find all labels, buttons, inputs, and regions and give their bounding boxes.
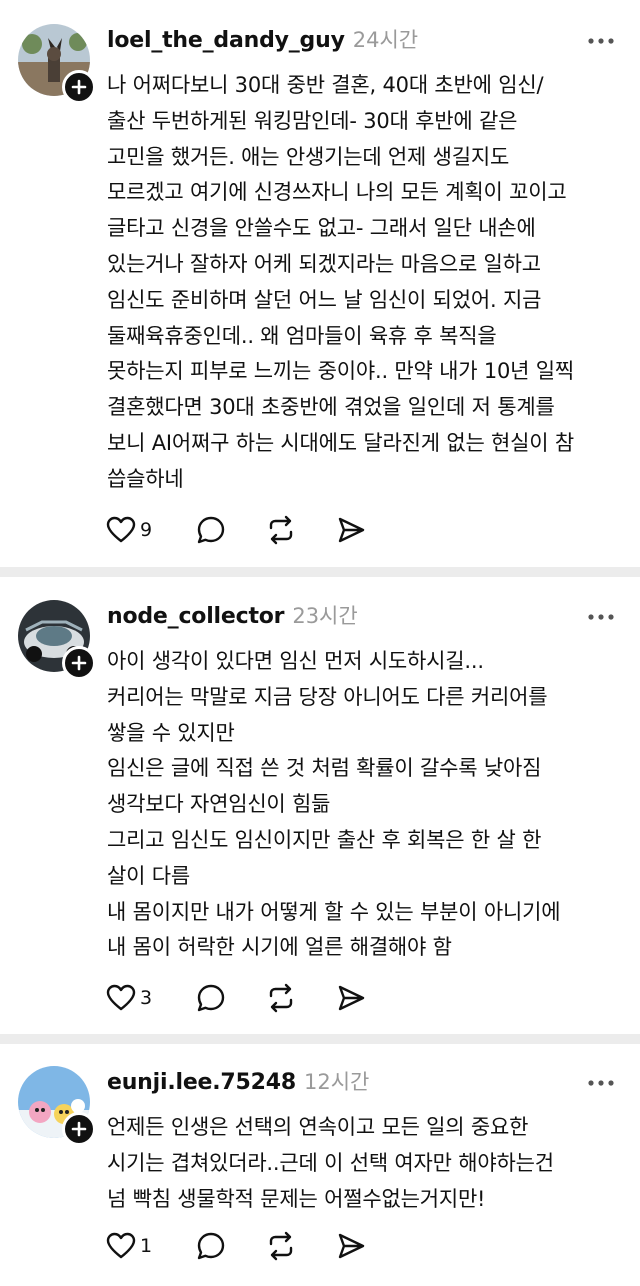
comment-item: node_collector 23시간 아이 생각이 있다면 임신 먼저 시도하… [0,576,640,1036]
username[interactable]: node_collector [107,604,285,629]
like-button[interactable]: 3 [106,982,152,1014]
comment-line: 못하는지 피부로 느끼는 중이야.. 만약 내가 10년 일찍 [107,359,574,384]
repost-button[interactable] [266,514,296,546]
comment-header: eunji.lee.75248 12시간 [107,1066,369,1102]
reply-button[interactable] [196,1230,226,1262]
timestamp: 12시간 [303,1070,370,1094]
comment-item: loel_the_dandy_guy 24시간 나 어쩌다보니 30대 중반 결… [0,0,640,562]
heart-icon [106,984,136,1011]
comment-text: 아이 생각이 있다면 임신 먼저 시도하시길... 커리어는 막말로 지금 당장… [107,644,622,966]
share-button[interactable] [336,514,366,546]
reply-button[interactable] [196,982,226,1014]
comment-line: 나 어쩌다보니 30대 중반 결혼, 40대 초반에 임신/ [107,73,544,97]
comment-header: node_collector 23시간 [107,600,358,636]
comment-line: 결혼했다면 30대 초중반에 겪었을 일인데 저 통계를 [107,395,555,420]
timestamp: 23시간 [292,604,358,628]
comment-line: 둘째육휴중인데.. 왜 엄마들이 육휴 후 복직을 [107,323,497,348]
repost-icon [269,515,293,545]
comment-line: 임신도 준비하며 살던 어느 날 임신이 되었어. 지금 [107,287,542,312]
comment-line: 모르겠고 여기에 신경쓰자니 나의 모든 계획이 꼬이고 [107,180,567,205]
comment-icon [197,1232,225,1260]
like-count: 3 [140,987,153,1009]
like-button[interactable]: 1 [106,1230,152,1262]
comment-line: 글타고 신경을 안쓸수도 없고- 그래서 일단 내손에 [107,216,536,241]
more-dots-icon [588,38,614,44]
like-count: 1 [140,1235,153,1257]
reply-button[interactable] [196,514,226,546]
comment-line: 출산 두번하게된 워킹맘인데- 30대 후반에 같은 [107,108,518,133]
repost-button[interactable] [266,1230,296,1262]
plus-icon [71,655,87,671]
comment-line: 내 몸이지만 내가 어떻게 할 수 있는 부분이 아니기에 [107,899,561,924]
send-icon [338,1233,365,1259]
comment-line: 고민을 했거든. 애는 안생기는데 언제 생길지도 [107,144,510,169]
comment-line: 살이 다름 [107,863,190,888]
send-icon [338,517,365,543]
more-button[interactable] [586,1076,616,1090]
comment-line: 커리어는 막말로 지금 당장 아니어도 다른 커리어를 [107,684,548,709]
comment-line: 씁슬하네 [107,466,184,491]
timestamp: 24시간 [352,28,419,52]
comment-line: 시기는 겹쳐있더라..근데 이 선택 여자만 해야하는건 [107,1150,554,1175]
like-count: 9 [140,519,153,541]
comment-item: eunji.lee.75248 12시간 언제든 인생은 선택의 연속이고 모든… [0,1042,640,1286]
comment-text: 언제든 인생은 선택의 연속이고 모든 일의 중요한 시기는 겹쳐있더라..근데… [107,1110,622,1217]
comment-line: 내 몸이 허락한 시기에 얼른 해결해야 함 [107,935,452,960]
repost-icon [269,983,293,1013]
comment-text: 나 어쩌다보니 30대 중반 결혼, 40대 초반에 임신/ 출산 두번하게된 … [107,68,622,498]
avatar[interactable] [18,600,96,680]
plus-icon [71,79,87,95]
comment-line: 있는거나 잘하자 어케 되겠지라는 마음으로 일하고 [107,251,541,276]
comment-line: 생각보다 자연임신이 힘듦 [107,792,331,817]
plus-icon [71,1121,87,1137]
username[interactable]: loel_the_dandy_guy [107,28,345,53]
follow-button[interactable] [62,646,96,680]
heart-icon [106,516,136,543]
share-button[interactable] [336,1230,366,1262]
repost-button[interactable] [266,982,296,1014]
follow-button[interactable] [62,1112,96,1146]
more-dots-icon [588,614,614,620]
more-button[interactable] [586,34,616,48]
comment-line: 넘 빡침 생물학적 문제는 어쩔수없는거지만! [107,1186,486,1211]
comment-feed: loel_the_dandy_guy 24시간 나 어쩌다보니 30대 중반 결… [0,0,640,1286]
share-button[interactable] [336,982,366,1014]
like-button[interactable]: 9 [106,514,152,546]
avatar[interactable] [18,24,96,104]
comment-line: 그리고 임신도 임신이지만 출산 후 회복은 한 살 한 [107,827,542,852]
comment-header: loel_the_dandy_guy 24시간 [107,24,418,60]
comment-icon [197,516,225,544]
comment-line: 아이 생각이 있다면 임신 먼저 시도하시길... [107,649,484,673]
action-bar: 3 [106,982,386,1016]
send-icon [338,985,365,1011]
comment-line: 언제든 인생은 선택의 연속이고 모든 일의 중요한 [107,1115,529,1139]
avatar[interactable] [18,1066,96,1146]
comment-line: 임신은 글에 직접 쓴 것 처럼 확률이 갈수록 낮아짐 [107,756,542,781]
username[interactable]: eunji.lee.75248 [107,1070,296,1095]
repost-icon [269,1231,293,1261]
follow-button[interactable] [62,70,96,104]
action-bar: 1 [106,1230,386,1264]
action-bar: 9 [106,514,386,548]
comment-line: 쌓을 수 있지만 [107,720,235,745]
heart-icon [106,1232,136,1259]
more-dots-icon [588,1080,614,1086]
more-button[interactable] [586,610,616,624]
comment-icon [197,984,225,1012]
comment-line: 보니 AI어쩌구 하는 시대에도 달라진게 없는 현실이 참 [107,430,575,455]
